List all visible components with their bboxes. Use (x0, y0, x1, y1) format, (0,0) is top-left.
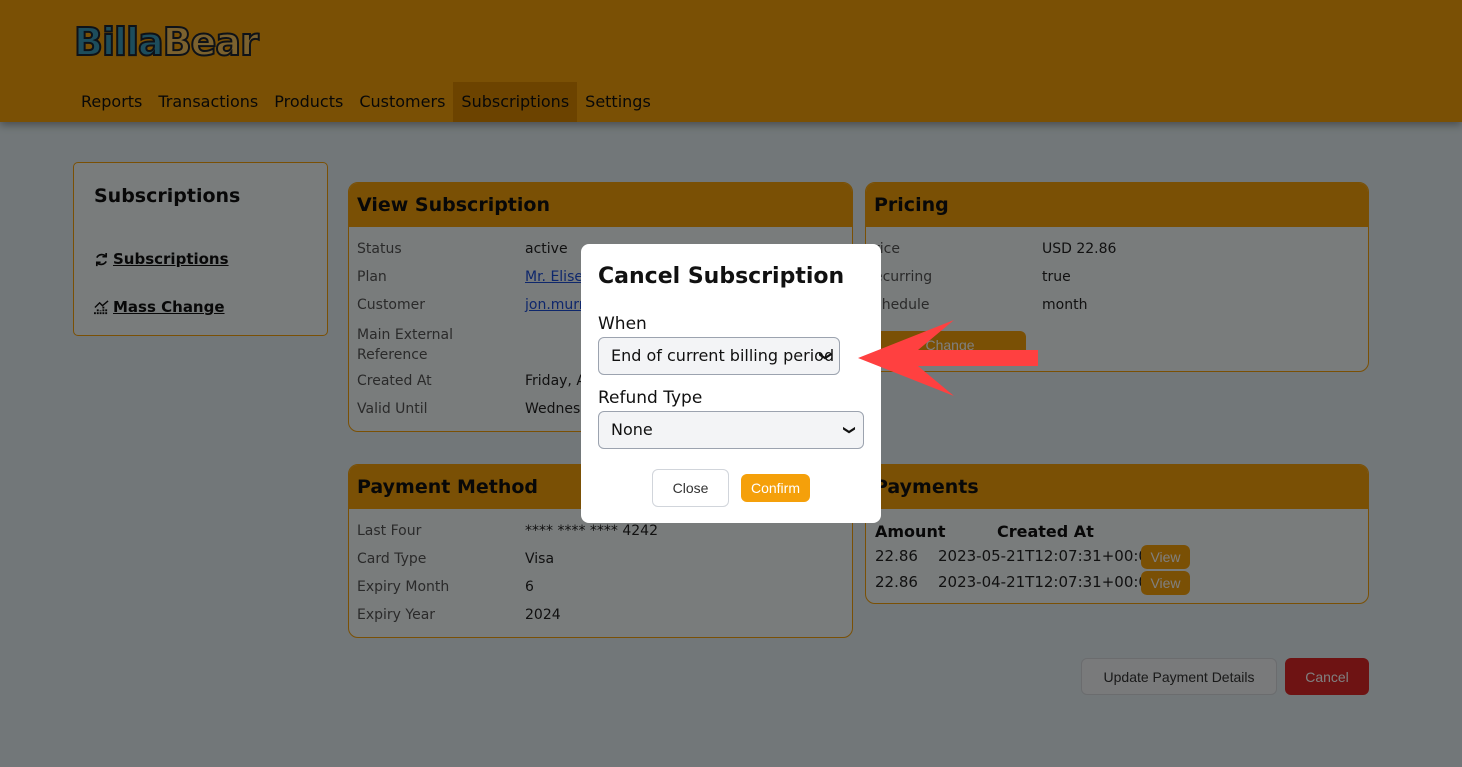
modal-confirm-button[interactable]: Confirm (741, 474, 810, 502)
chevron-down-icon: ❯ (842, 424, 857, 436)
when-label: When (598, 314, 647, 334)
cancel-subscription-modal: Cancel Subscription When End of current … (581, 244, 881, 523)
modal-title: Cancel Subscription (598, 264, 845, 289)
refund-type-label: Refund Type (598, 388, 703, 408)
when-select[interactable]: End of current billing period ❯ (598, 337, 840, 375)
refund-type-select[interactable]: None ❯ (598, 411, 864, 449)
annotation-arrow-icon (858, 320, 1038, 396)
when-select-value: End of current billing period (611, 346, 835, 365)
modal-close-button[interactable]: Close (652, 469, 729, 507)
chevron-down-icon: ❯ (818, 350, 833, 362)
refund-type-select-value: None (611, 420, 653, 439)
